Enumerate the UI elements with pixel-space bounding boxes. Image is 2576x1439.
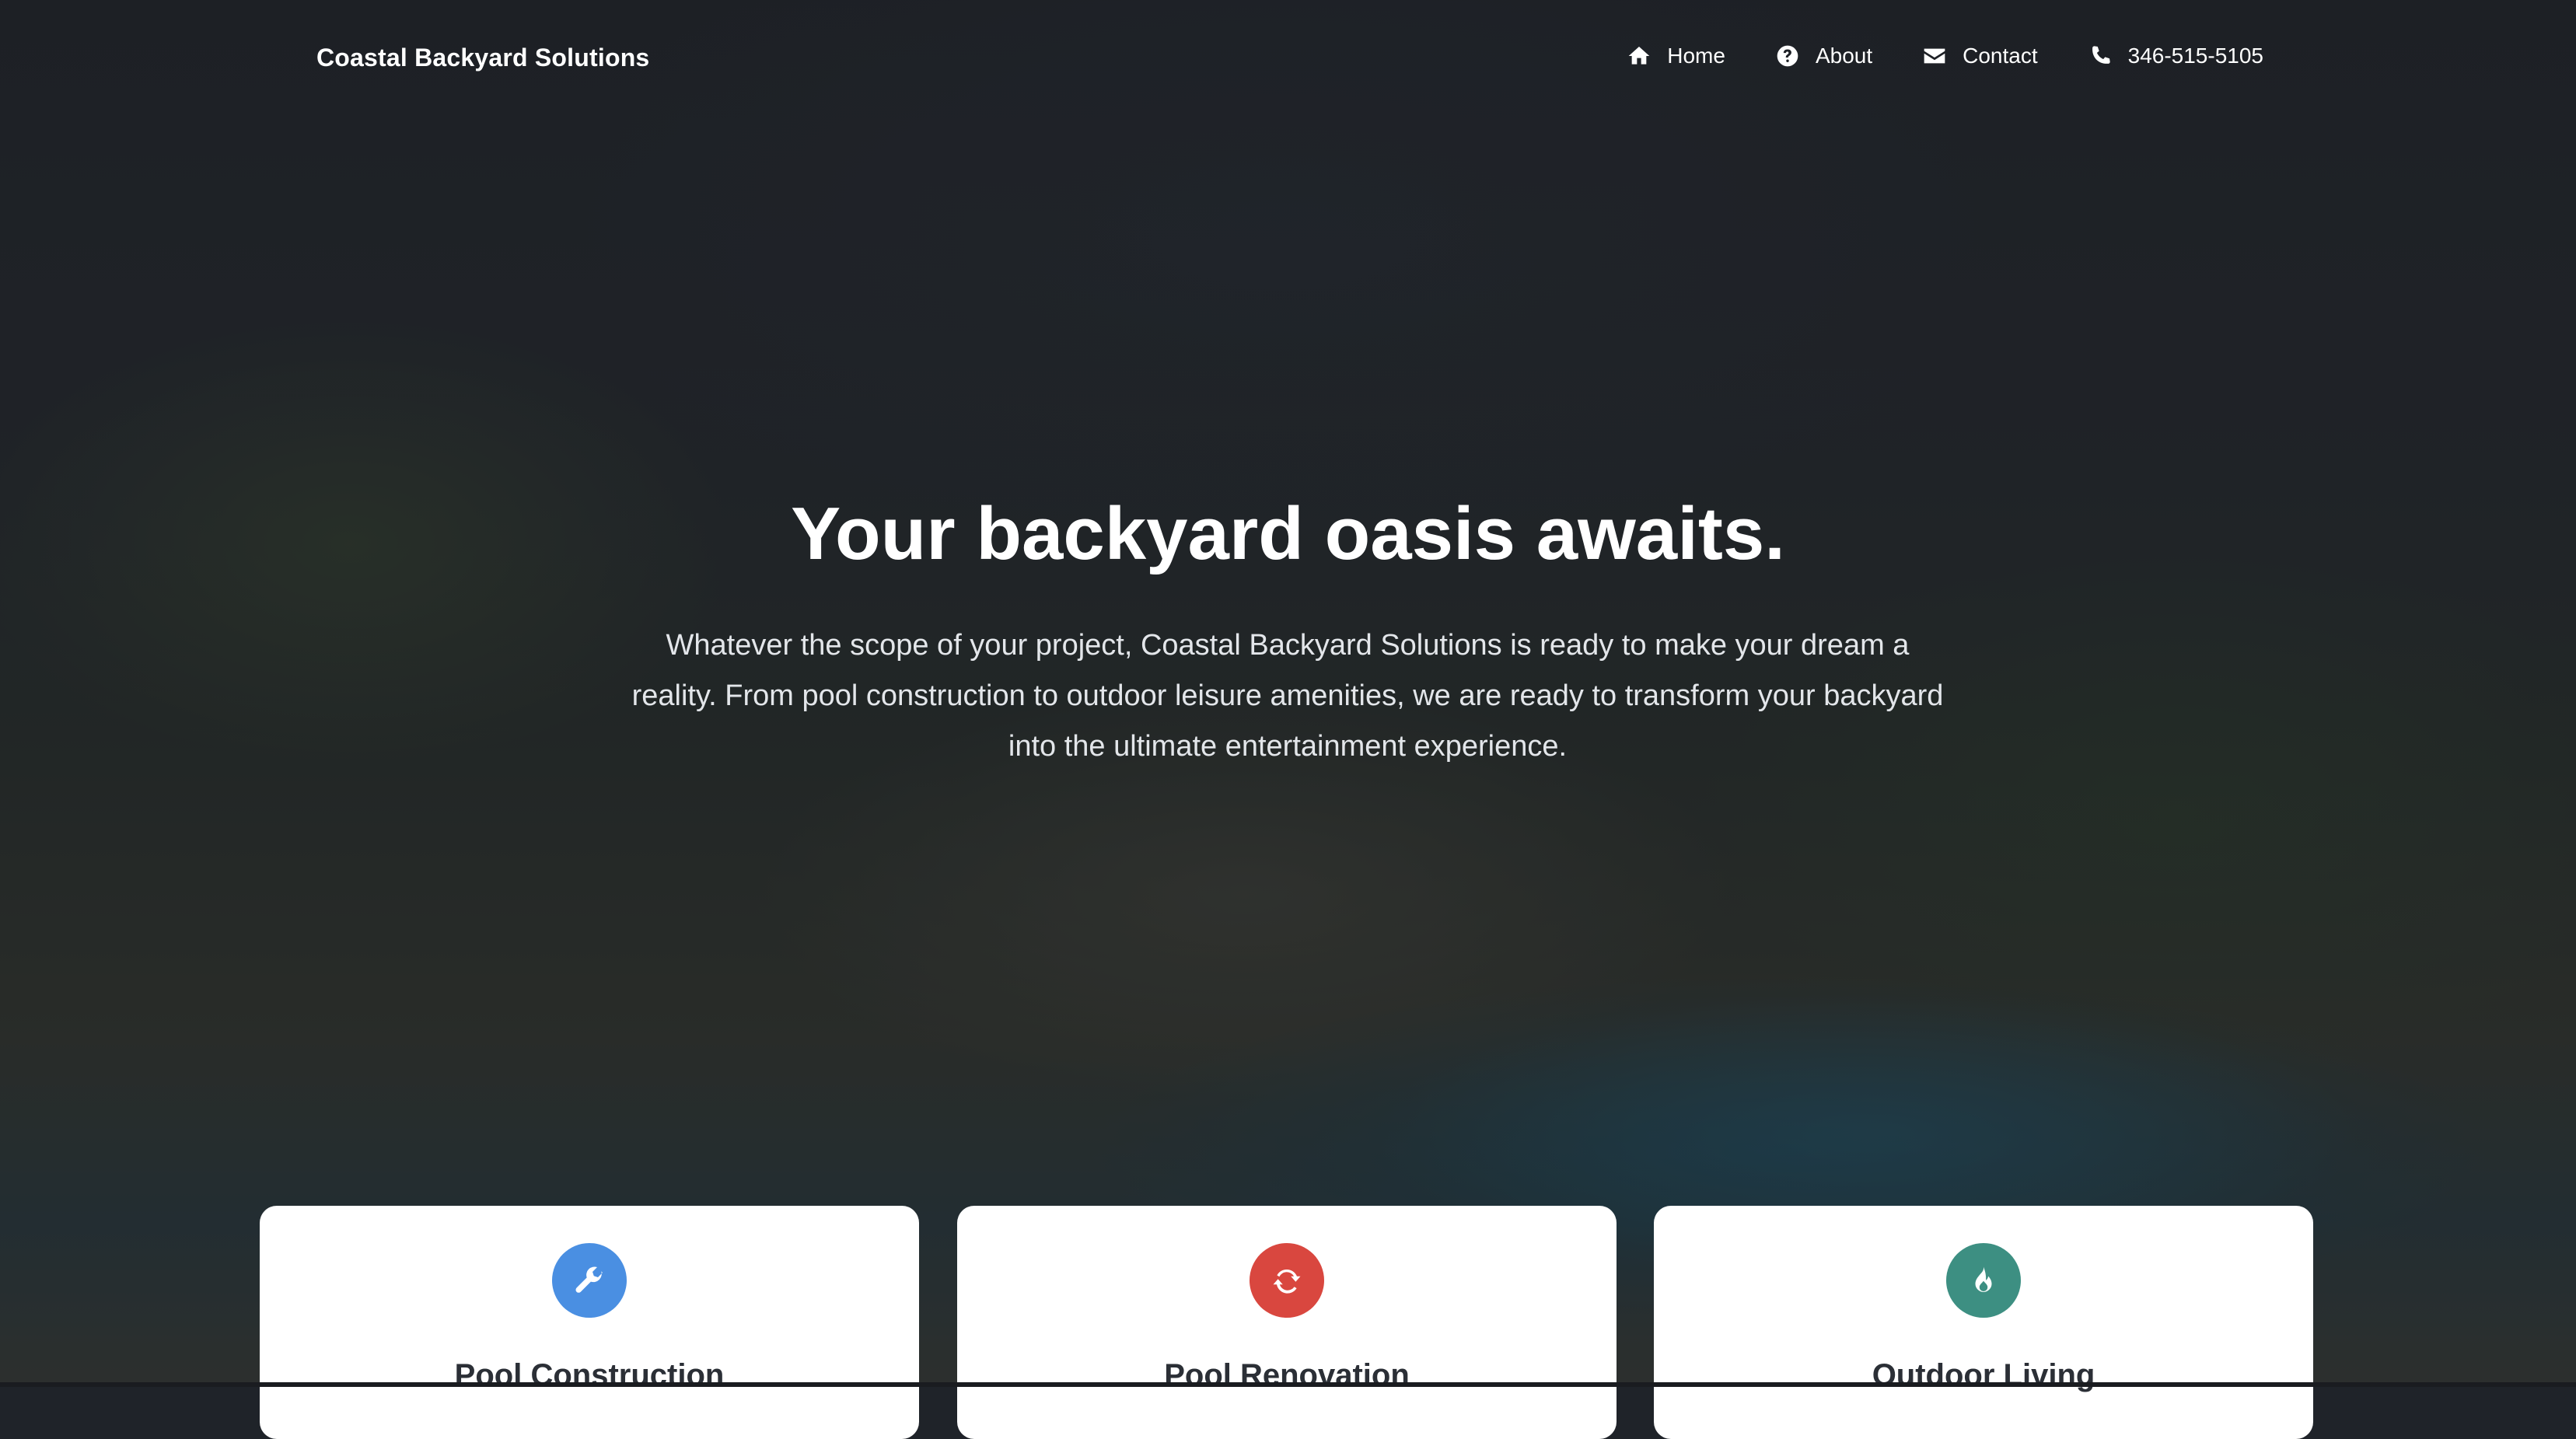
nav-links: Home About Contact 346-515-5105	[1627, 44, 2263, 68]
wrench-icon	[575, 1266, 603, 1293]
nav-about-link[interactable]: About	[1775, 44, 1872, 68]
service-icon-badge	[552, 1243, 627, 1318]
phone-icon	[2092, 46, 2110, 64]
nav-about-label: About	[1815, 44, 1873, 68]
nav-phone-label: 346-515-5105	[2127, 44, 2263, 68]
service-card-pool-construction[interactable]: Pool Construction	[260, 1206, 919, 1439]
nav-contact-link[interactable]: Contact	[1922, 44, 2038, 68]
service-icon-badge	[1250, 1243, 1324, 1318]
nav-home-link[interactable]: Home	[1627, 44, 1725, 68]
top-navigation: Coastal Backyard Solutions Home About Co…	[0, 0, 2576, 121]
nav-contact-label: Contact	[1963, 44, 2038, 68]
service-icon-badge	[1946, 1243, 2021, 1318]
nav-home-label: Home	[1667, 44, 1725, 68]
hero-title: Your backyard oasis awaits.	[791, 492, 1785, 575]
service-title: Pool Renovation	[1164, 1358, 1410, 1392]
home-icon	[1628, 47, 1650, 65]
question-circle-icon	[1777, 45, 1798, 67]
page-bottom-edge	[0, 1382, 2576, 1387]
nav-phone-link[interactable]: 346-515-5105	[2088, 44, 2263, 68]
service-card-pool-renovation[interactable]: Pool Renovation	[957, 1206, 1617, 1439]
envelope-icon	[1924, 48, 1945, 64]
brand-logo-link[interactable]: Coastal Backyard Solutions	[316, 44, 649, 72]
fire-icon	[1975, 1266, 1992, 1292]
hero-description: Whatever the scope of your project, Coas…	[631, 629, 1944, 763]
service-card-outdoor-living[interactable]: Outdoor Living	[1654, 1206, 2313, 1439]
refresh-icon	[1273, 1269, 1301, 1294]
service-title: Outdoor Living	[1872, 1358, 2095, 1392]
service-title: Pool Construction	[454, 1358, 725, 1392]
